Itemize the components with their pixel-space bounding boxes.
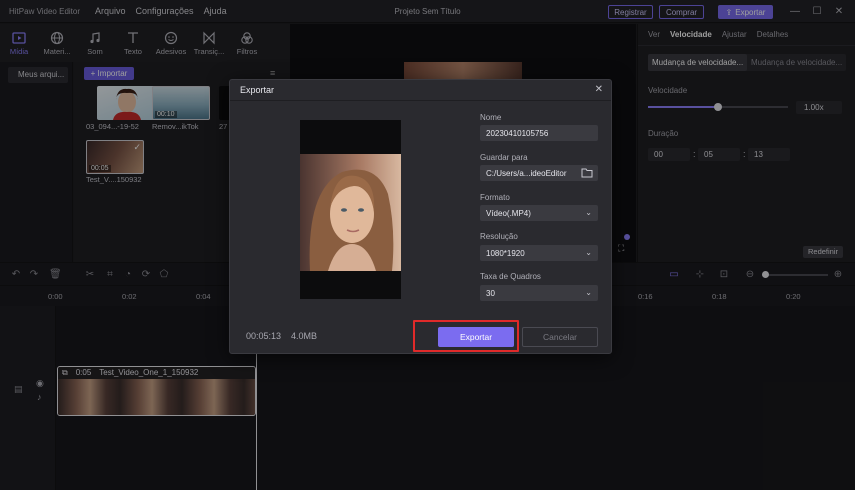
export-size: 4.0MB [291, 331, 318, 341]
save-location-field[interactable]: C:/Users/a...ideoEditor [480, 165, 598, 181]
format-value: Vídeo(.MP4) [486, 209, 531, 218]
dialog-close-icon[interactable]: ✕ [595, 84, 603, 95]
resolution-label: Resolução [480, 232, 518, 241]
fps-select[interactable]: 30 ⌄ [480, 285, 598, 301]
export-duration: 00:05:13 [246, 331, 282, 341]
format-select[interactable]: Vídeo(.MP4) ⌄ [480, 205, 598, 221]
export-meta: 00:05:13 4.0MB [246, 331, 317, 341]
fps-label: Taxa de Quadros [480, 272, 541, 281]
cancel-button[interactable]: Cancelar [522, 327, 598, 347]
save-location-label: Guardar para [480, 153, 528, 162]
export-button[interactable]: Exportar [438, 327, 514, 347]
chevron-down-icon: ⌄ [585, 248, 592, 257]
format-label: Formato [480, 193, 510, 202]
name-label: Nome [480, 113, 502, 122]
export-dialog: Exportar ✕ Nome 20230410105756 Guardar p… [229, 79, 612, 354]
dialog-title: Exportar [240, 85, 275, 95]
resolution-value: 1080*1920 [486, 249, 525, 258]
name-input[interactable]: 20230410105756 [480, 125, 598, 141]
resolution-select[interactable]: 1080*1920 ⌄ [480, 245, 598, 261]
chevron-down-icon: ⌄ [585, 288, 592, 297]
save-location-path: C:/Users/a...ideoEditor [486, 169, 567, 178]
export-preview-image [300, 154, 401, 271]
folder-icon[interactable] [581, 167, 593, 178]
export-preview [300, 120, 401, 299]
divider [230, 100, 611, 101]
fps-value: 30 [486, 289, 495, 298]
chevron-down-icon: ⌄ [585, 208, 592, 217]
